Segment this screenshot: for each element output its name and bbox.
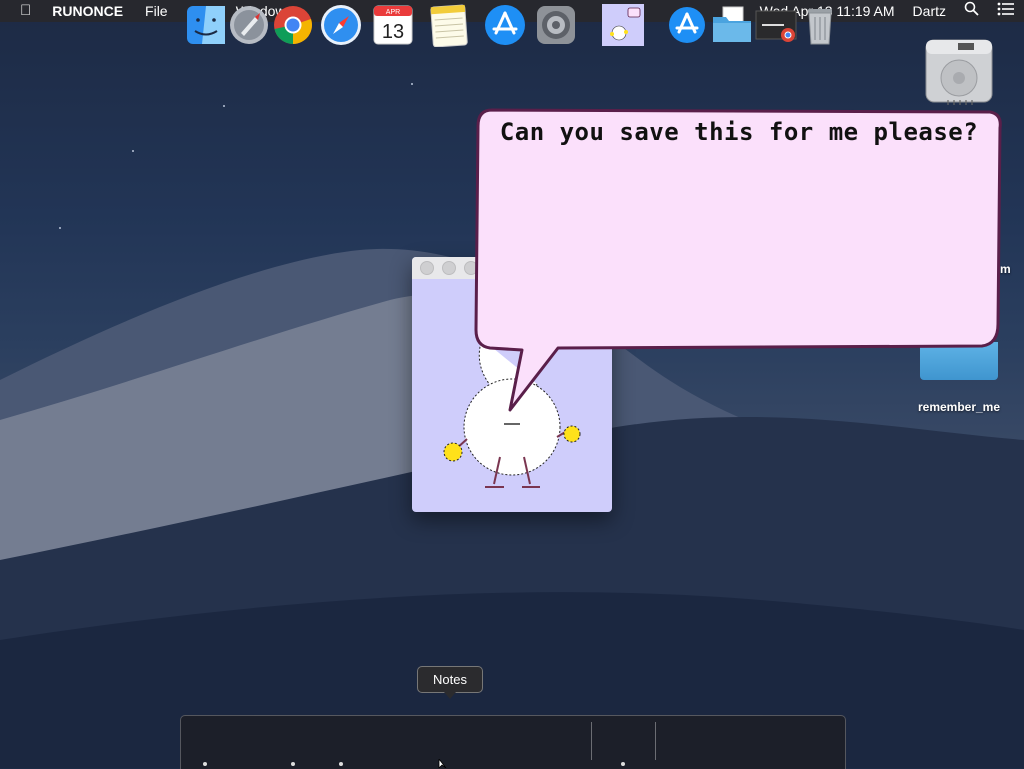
calendar-day: 13 — [382, 21, 404, 43]
calendar-month: APR — [386, 9, 400, 16]
chrome-window-icon[interactable] — [754, 3, 798, 47]
dock-separator — [591, 722, 592, 760]
safari-icon[interactable] — [319, 3, 363, 47]
file-menu[interactable]: File — [134, 0, 179, 22]
right-yellow-ball — [563, 425, 581, 443]
minimize-button[interactable] — [442, 261, 456, 275]
folder-icon[interactable] — [710, 3, 754, 47]
running-indicator — [339, 762, 343, 766]
mouse-cursor-icon — [438, 759, 447, 768]
notification-center-icon[interactable] — [988, 0, 1024, 22]
spotlight-search-icon[interactable] — [955, 0, 988, 22]
calendar-icon[interactable]: APR 13 — [371, 3, 415, 47]
apple-menu-icon[interactable]:  — [0, 0, 41, 22]
launchpad-icon[interactable] — [227, 3, 271, 47]
speech-bubble — [474, 108, 1002, 412]
user-menu[interactable]: Dartz — [904, 0, 955, 22]
running-indicator — [621, 762, 625, 766]
chrome-icon[interactable] — [271, 3, 315, 47]
finder-icon[interactable] — [184, 3, 228, 47]
running-indicator — [291, 762, 295, 766]
dock — [180, 715, 846, 769]
dock-tooltip: Notes — [417, 666, 483, 699]
dock-separator — [655, 722, 656, 760]
hard-drive-icon[interactable] — [922, 34, 996, 108]
bubble-message: Can you save this for me please? — [499, 118, 979, 146]
notes-icon[interactable] — [427, 3, 471, 47]
app-menu[interactable]: RUNONCE — [41, 0, 134, 22]
runonce-app-icon[interactable] — [601, 3, 645, 47]
system-preferences-icon[interactable] — [534, 3, 578, 47]
app-store-icon[interactable] — [483, 3, 527, 47]
left-yellow-ball — [443, 442, 463, 462]
trash-icon[interactable] — [798, 3, 842, 47]
running-indicator — [203, 762, 207, 766]
close-button[interactable] — [420, 261, 434, 275]
app-store-icon[interactable] — [665, 3, 709, 47]
